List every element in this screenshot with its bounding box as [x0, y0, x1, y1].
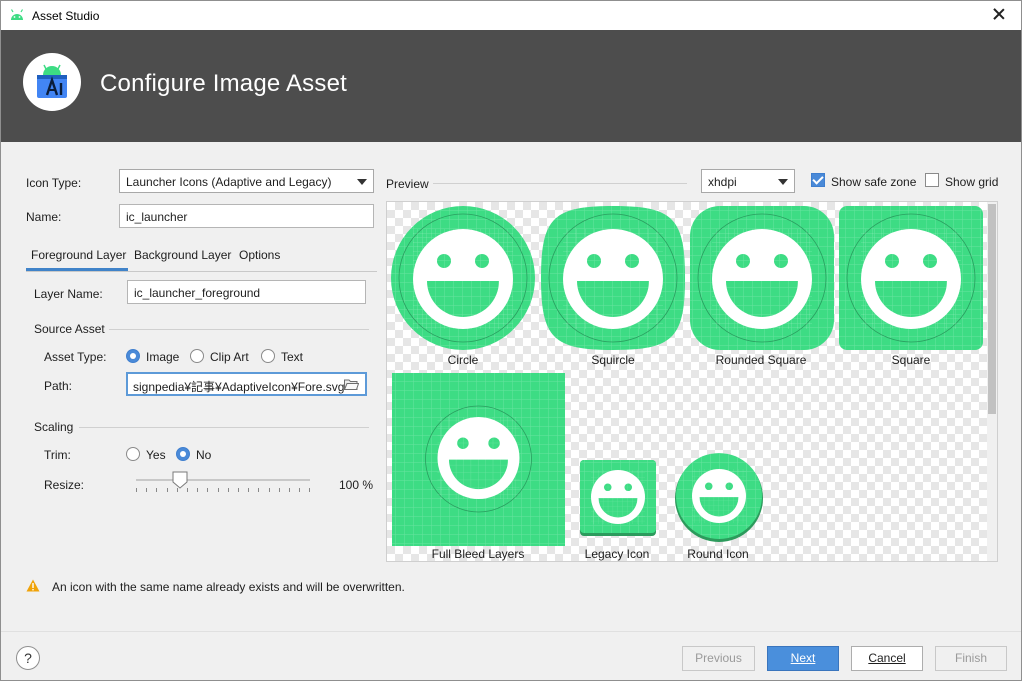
path-label: Path:: [44, 379, 73, 393]
scaling-title: Scaling: [34, 420, 74, 434]
slider-tick: [156, 488, 158, 492]
show-grid-checkbox[interactable]: [925, 173, 939, 187]
square-icon-preview: [839, 206, 983, 350]
caption-square: Square: [891, 353, 931, 367]
show-safe-zone-label: Show safe zone: [831, 175, 917, 189]
icon-type-value: Launcher Icons (Adaptive and Legacy): [126, 175, 332, 189]
slider-tick: [146, 488, 148, 492]
layer-name-label: Layer Name:: [34, 287, 103, 301]
slider-tick: [217, 488, 219, 492]
caption-circle: Circle: [447, 353, 479, 367]
slider-tick: [238, 488, 239, 492]
caption-round: Round Icon: [687, 547, 749, 561]
preview-area: [386, 201, 998, 562]
trim-yes-radio[interactable]: [126, 447, 140, 461]
preview-scrollbar[interactable]: [987, 202, 997, 561]
squircle-icon-preview: [541, 206, 685, 350]
chevron-down-icon: [357, 179, 367, 185]
asset-type-label: Asset Type:: [44, 350, 107, 364]
trim-no-label: No: [196, 448, 212, 462]
resize-label: Resize:: [44, 478, 85, 492]
divider: [1, 631, 1021, 632]
slider-tick: [136, 488, 137, 492]
next-button-label: Next: [790, 651, 816, 665]
previous-button[interactable]: Previous: [682, 646, 755, 671]
resize-slider-track[interactable]: [136, 479, 310, 481]
caption-rounded-square: Rounded Square: [715, 353, 807, 367]
icon-type-select[interactable]: Launcher Icons (Adaptive and Legacy): [119, 169, 374, 193]
trim-label: Trim:: [44, 448, 71, 462]
path-field[interactable]: signpedia¥記事¥AdaptiveIcon¥Fore.svg: [126, 372, 367, 396]
source-asset-title: Source Asset: [34, 322, 105, 336]
trim-yes-label: Yes: [146, 448, 166, 462]
density-select[interactable]: xhdpi: [701, 169, 795, 193]
show-safe-zone-checkbox[interactable]: [811, 173, 825, 187]
circle-icon-preview: [391, 206, 535, 350]
round-icon-preview: [675, 453, 763, 542]
trim-no-radio[interactable]: [176, 447, 190, 461]
cancel-button[interactable]: Cancel: [851, 646, 923, 671]
asset-type-clipart-label: Clip Art: [210, 350, 249, 364]
preview-label: Preview: [386, 177, 429, 191]
asset-studio-dialog: Asset Studio Configure Image Asset Icon …: [0, 0, 1022, 681]
warning-icon: [26, 579, 40, 592]
warning-message: An icon with the same name already exist…: [52, 580, 405, 594]
divider: [433, 183, 687, 184]
path-value: signpedia¥記事¥AdaptiveIcon¥Fore.svg: [133, 380, 345, 394]
divider: [109, 329, 369, 330]
resize-slider-thumb[interactable]: [172, 471, 188, 489]
slider-tick: [309, 488, 311, 492]
layer-tabs: Foreground Layer Background Layer Option…: [26, 243, 377, 272]
caption-legacy: Legacy Icon: [584, 547, 650, 561]
header-banner: Configure Image Asset: [1, 30, 1021, 142]
slider-tick: [197, 488, 199, 492]
rounded-square-icon-preview: [690, 206, 834, 350]
slider-tick: [299, 488, 301, 492]
icon-type-label: Icon Type:: [26, 176, 82, 190]
slider-tick: [207, 488, 209, 492]
asset-type-image-radio[interactable]: [126, 349, 140, 363]
window-title: Asset Studio: [32, 9, 100, 23]
title-bar: Asset Studio: [1, 1, 1021, 30]
divider: [79, 427, 369, 428]
android-studio-icon: [37, 64, 67, 98]
slider-tick: [289, 488, 290, 492]
slider-tick: [278, 488, 280, 492]
android-icon: [10, 9, 24, 20]
scrollbar-thumb[interactable]: [988, 204, 996, 414]
slider-tick: [166, 488, 168, 492]
caption-full-bleed: Full Bleed Layers: [431, 547, 525, 561]
close-icon[interactable]: [991, 6, 1007, 22]
slider-tick: [227, 488, 229, 492]
asset-type-clipart-radio[interactable]: [190, 349, 204, 363]
name-field[interactable]: ic_launcher: [119, 204, 374, 228]
chevron-down-icon: [778, 179, 788, 185]
android-studio-logo: [23, 53, 81, 111]
asset-type-text-radio[interactable]: [261, 349, 275, 363]
preview-canvas: [391, 206, 983, 546]
page-title: Configure Image Asset: [100, 70, 348, 97]
folder-icon[interactable]: [344, 379, 359, 390]
slider-tick: [258, 488, 260, 492]
tab-foreground-layer[interactable]: Foreground Layer: [26, 247, 128, 271]
layer-name-field[interactable]: ic_launcher_foreground: [127, 280, 366, 304]
full-bleed-icon-preview: [392, 373, 565, 546]
tab-background-layer[interactable]: Background Layer: [134, 247, 231, 271]
tab-options[interactable]: Options: [239, 247, 280, 271]
next-button[interactable]: Next: [767, 646, 839, 671]
show-grid-label: Show grid: [945, 175, 999, 189]
resize-value: 100 %: [339, 478, 374, 492]
cancel-button-label: Cancel: [868, 651, 906, 665]
slider-tick: [268, 488, 270, 492]
help-button[interactable]: ?: [16, 646, 40, 670]
finish-button[interactable]: Finish: [935, 646, 1007, 671]
slider-tick: [248, 488, 250, 492]
asset-type-image-label: Image: [146, 350, 180, 364]
legacy-icon-preview: [580, 460, 656, 536]
density-value: xhdpi: [708, 175, 737, 189]
caption-squircle: Squircle: [591, 353, 635, 367]
asset-type-text-label: Text: [281, 350, 304, 364]
name-label: Name:: [26, 210, 62, 224]
